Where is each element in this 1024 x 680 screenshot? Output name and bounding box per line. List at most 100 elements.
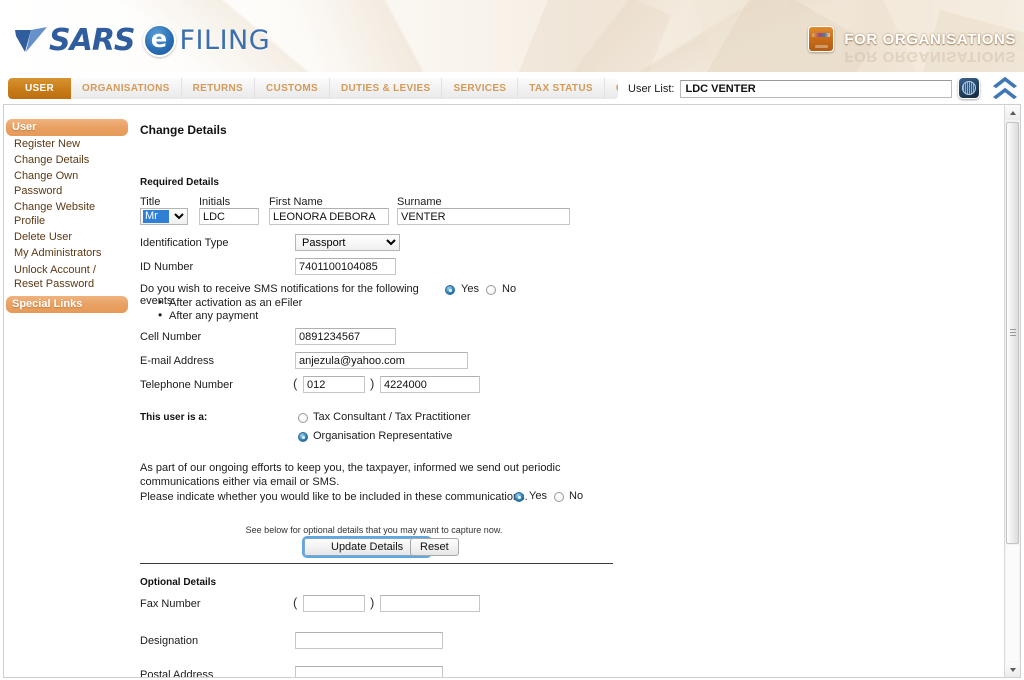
sms-yes-label: Yes [461,283,479,295]
sms-yes-radio[interactable] [445,285,455,295]
telephone-close-paren: ) [370,376,374,391]
communications-no-label: No [569,490,583,502]
telephone-number-input[interactable] [380,376,480,393]
page-scrollbar[interactable] [1004,104,1021,678]
reset-button[interactable]: Reset [410,538,459,556]
main-navigation: USER ORGANISATIONS RETURNS CUSTOMS DUTIE… [8,78,618,99]
optional-details-heading: Optional Details [140,577,216,588]
initials-input[interactable] [199,208,259,225]
scroll-down-button[interactable] [1005,662,1020,677]
identification-type-label: Identification Type [140,237,228,249]
fax-number-input[interactable] [380,595,480,612]
telephone-area-code-input[interactable] [303,376,365,393]
sidebar-item-change-details[interactable]: Change Details [6,152,128,168]
nav-tab-user[interactable]: USER [8,78,71,99]
sidebar-item-change-own-password[interactable]: Change Own Password [6,168,128,198]
sidebar-item-my-administrators[interactable]: My Administrators [6,245,128,261]
communications-question: Please indicate whether you would like t… [140,491,528,503]
cell-number-input[interactable] [295,328,396,345]
telephone-number-label: Telephone Number [140,379,233,391]
communications-paragraph-line1: As part of our ongoing efforts to keep y… [140,462,561,474]
surname-input[interactable] [397,208,570,225]
required-details-heading: Required Details [140,177,219,188]
efiling-page: SARS e FILING FOR ORGANISATIONS FOR ORGA… [0,0,1024,680]
chevron-down-icon [1010,668,1016,672]
scrollbar-track[interactable] [1006,545,1019,661]
identification-type-select[interactable]: Passport [295,234,400,251]
first-name-label: First Name [269,196,323,208]
title-label: Title [140,196,160,208]
postal-address-input[interactable] [295,666,443,678]
sidebar-item-register-new[interactable]: Register New [6,136,128,152]
communications-no-radio[interactable] [554,492,564,502]
sidebar-section-user: User [6,119,128,136]
chevron-up-icon [1010,111,1016,115]
user-list-bar: User List: [628,80,952,98]
nav-tab-contact[interactable]: CONTACT [605,78,618,99]
email-address-input[interactable] [295,352,468,369]
sidebar-item-delete-user[interactable]: Delete User [6,229,128,245]
fax-area-code-input[interactable] [303,595,365,612]
communications-yes-label: Yes [529,490,547,502]
sidebar-item-change-website-profile[interactable]: Change Website Profile [6,199,118,229]
user-list-input[interactable] [680,80,952,98]
seal-badge-icon[interactable] [958,77,980,99]
user-type-organisation-rep-label: Organisation Representative [313,430,452,442]
content-frame: User Register New Change Details Change … [3,104,1021,678]
scroll-up-button[interactable] [1005,105,1020,120]
fax-number-label: Fax Number [140,598,201,610]
sms-no-label: No [502,283,516,295]
fax-close-paren: ) [370,595,374,610]
title-select[interactable]: Mr [140,208,188,225]
user-type-tax-consultant-label: Tax Consultant / Tax Practitioner [313,411,471,423]
user-type-organisation-rep-radio[interactable] [298,432,308,442]
nav-tab-customs[interactable]: CUSTOMS [255,78,330,99]
sms-event-item: After activation as an eFiler [158,297,302,310]
sms-no-radio[interactable] [486,285,496,295]
first-name-input[interactable] [269,208,389,225]
logo-filing-text: FILING [180,25,271,56]
scrollbar-grip [1010,329,1016,337]
sms-event-item: After any payment [158,310,302,323]
seal-ring [962,81,976,95]
designation-input[interactable] [295,632,443,649]
nav-tab-duties-levies[interactable]: DUTIES & LEVIES [330,78,443,99]
email-address-label: E-mail Address [140,355,214,367]
header-facet [508,0,672,72]
user-type-tax-consultant-radio[interactable] [298,413,308,423]
cell-number-label: Cell Number [140,331,201,343]
user-type-label: This user is a: [140,412,207,423]
sars-efiling-logo: SARS e FILING [14,22,270,58]
telephone-open-paren: ( [293,376,297,391]
sidebar: User Register New Change Details Change … [6,119,128,313]
initials-label: Initials [199,196,230,208]
surname-label: Surname [397,196,442,208]
logo-e-circle-icon: e [143,24,176,57]
communications-yes-radio[interactable] [514,492,524,502]
double-chevron-up-icon[interactable] [990,74,1020,102]
nav-tab-services[interactable]: SERVICES [442,78,518,99]
logo-e-letter: e [151,27,167,51]
fax-open-paren: ( [293,595,297,610]
communications-paragraph-line2: communications either via email or SMS. [140,476,339,488]
nav-tab-tax-status[interactable]: TAX STATUS [518,78,605,99]
section-divider [140,563,613,564]
id-number-label: ID Number [140,261,193,273]
sidebar-section-special-links: Special Links [6,296,128,313]
scrollbar-thumb[interactable] [1006,122,1019,544]
sms-events-list: After activation as an eFiler After any … [158,297,302,323]
page-title: Change Details [140,123,227,137]
id-number-input[interactable] [295,258,396,275]
for-organisations-reflection: FOR ORGANISATIONS [844,48,1016,65]
sidebar-item-unlock-account-reset-password[interactable]: Unlock Account / Reset Password [6,262,118,292]
sars-swoosh-icon [14,27,48,53]
nav-tab-organisations[interactable]: ORGANISATIONS [71,78,182,99]
page-header: SARS e FILING FOR ORGANISATIONS FOR ORGA… [0,0,1024,72]
logo-sars-text: SARS [49,23,135,58]
nav-tab-returns[interactable]: RETURNS [182,78,255,99]
capture-hint-text: See below for optional details that you … [140,525,608,535]
postal-address-label: Postal Address [140,669,213,678]
designation-label: Designation [140,635,198,647]
for-organisations-label: FOR ORGANISATIONS [844,31,1016,48]
user-list-label: User List: [628,83,674,95]
